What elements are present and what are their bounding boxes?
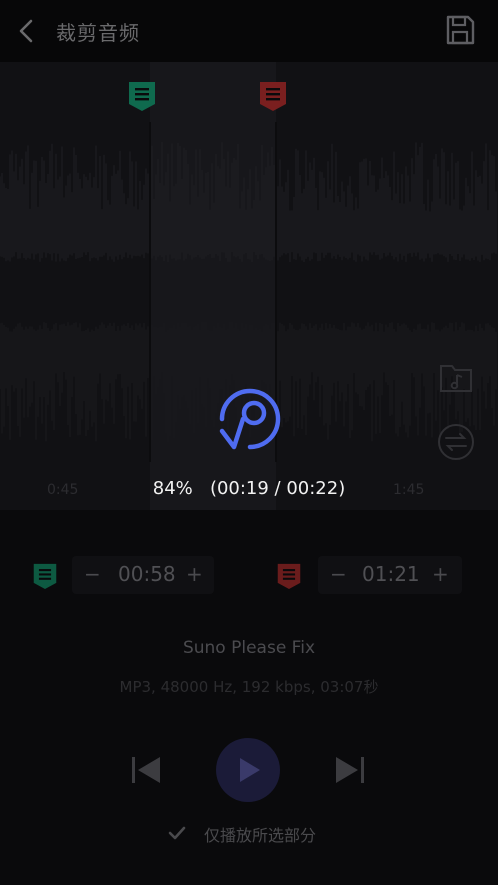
skip-previous-button[interactable] <box>128 752 164 788</box>
start-time-increment-button[interactable]: + <box>186 562 203 586</box>
skip-next-icon <box>336 757 364 783</box>
end-marker-icon <box>260 82 286 111</box>
processing-spinner <box>209 378 291 460</box>
swap-button[interactable] <box>436 422 476 462</box>
save-button[interactable] <box>442 12 478 48</box>
back-button[interactable] <box>12 14 42 48</box>
page-title: 裁剪音频 <box>56 21 140 45</box>
music-folder-button[interactable] <box>438 360 474 396</box>
play-button[interactable] <box>216 738 280 802</box>
progress-percent: 84% <box>152 478 193 499</box>
start-time-stepper: − 00:58 + <box>72 556 214 594</box>
progress-time: (00:19 / 00:22) <box>209 478 346 499</box>
progress-status: 84% (00:19 / 00:22) <box>0 478 498 499</box>
skip-next-button[interactable] <box>332 752 368 788</box>
start-time-decrement-button[interactable]: − <box>84 562 101 586</box>
start-marker-small-icon <box>32 562 58 590</box>
audio-processing-icon <box>219 388 281 450</box>
song-title: Suno Please Fix <box>182 638 316 658</box>
end-time-decrement-button[interactable]: − <box>330 562 347 586</box>
start-marker-handle[interactable] <box>127 80 157 112</box>
end-time-increment-button[interactable]: + <box>432 562 449 586</box>
start-time-value[interactable]: 00:58 <box>118 562 176 586</box>
toolbar: 裁剪音频 <box>0 0 498 62</box>
end-time-value[interactable]: 01:21 <box>362 562 420 586</box>
swap-icon <box>438 424 474 460</box>
skip-previous-icon <box>132 757 160 783</box>
chevron-left-icon <box>19 19 33 43</box>
checkmark-icon <box>168 826 186 840</box>
save-icon <box>446 15 475 45</box>
end-time-stepper: − 01:21 + <box>318 556 462 594</box>
play-icon <box>240 758 260 782</box>
start-marker-icon <box>129 82 155 111</box>
song-details: MP3, 48000 Hz, 192 kbps, 03:07秒 <box>119 678 379 696</box>
music-folder-icon <box>440 365 472 392</box>
play-selection-only-label: 仅播放所选部分 <box>204 826 317 845</box>
end-marker-small-icon <box>276 562 302 590</box>
end-marker-handle[interactable] <box>258 80 288 112</box>
